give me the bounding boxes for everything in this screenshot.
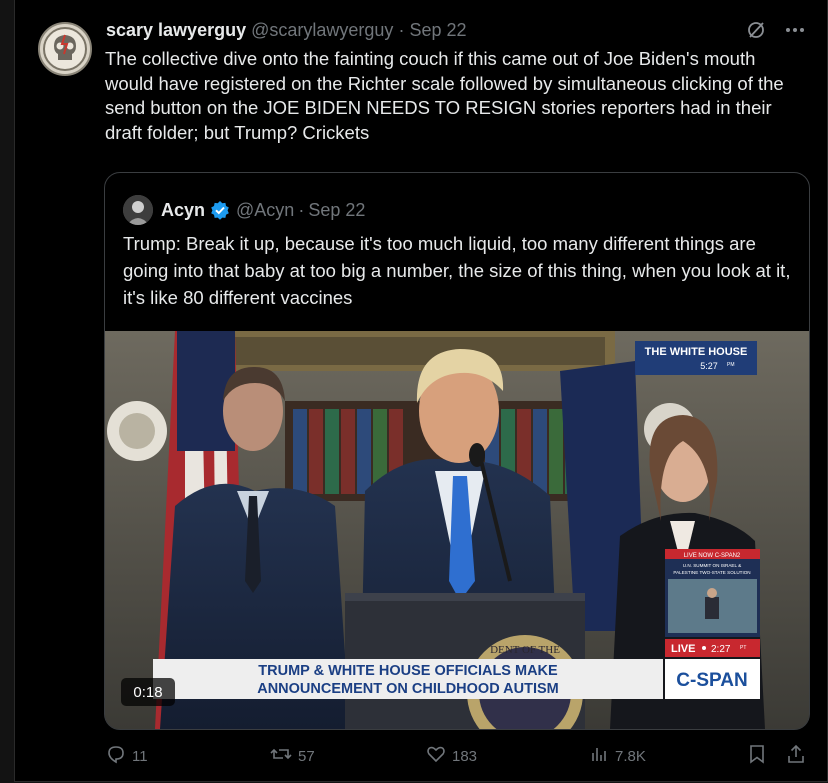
- views-count: 7.8K: [615, 747, 646, 765]
- bug-title: THE WHITE HOUSE: [645, 346, 748, 358]
- repost-icon: [270, 744, 292, 768]
- bookmark-button[interactable]: [748, 744, 766, 768]
- live-label: LIVE: [671, 643, 695, 655]
- chyron-line-1: TRUMP & WHITE HOUSE OFFICIALS MAKE: [258, 663, 558, 679]
- tweet-header: scary lawyerguy @scarylawyerguy · Sep 22: [106, 20, 467, 41]
- inset-subtitle-2: PALESTINE TWO-STATE SOLUTION: [673, 570, 750, 575]
- like-count: 183: [452, 747, 478, 765]
- author-name[interactable]: scary lawyerguy: [106, 20, 246, 40]
- reply-count: 11: [132, 747, 148, 765]
- bug-time-suffix: PM: [727, 362, 735, 368]
- reply-icon: [106, 744, 126, 768]
- quoted-tweet-text: Trump: Break it up, because it's too muc…: [123, 233, 791, 308]
- reply-button[interactable]: 11: [106, 744, 148, 768]
- heart-icon: [426, 744, 446, 768]
- author-handle[interactable]: @scarylawyerguy: [251, 20, 393, 40]
- cspan-logo: C-SPAN: [676, 670, 747, 691]
- live-time: 2:27: [711, 644, 731, 655]
- inset-header: LIVE NOW C-SPAN2: [684, 553, 741, 559]
- quoted-tweet-header: Acyn @Acyn · Sep 22: [123, 195, 365, 225]
- repost-button[interactable]: 57: [270, 744, 315, 768]
- bug-time: 5:27: [700, 361, 718, 371]
- views-icon: [589, 744, 609, 768]
- chyron-line-2: ANNOUNCEMENT ON CHILDHOOD AUTISM: [257, 681, 559, 697]
- inset-subtitle-1: U.N. SUMMIT ON ISRAEL &: [683, 563, 741, 568]
- tweet-actions: 11 57 183 7.8K: [104, 744, 810, 772]
- quoted-author-handle[interactable]: @Acyn: [236, 200, 294, 221]
- share-button[interactable]: [786, 744, 806, 768]
- share-icon: [786, 744, 806, 768]
- bookmark-icon: [748, 744, 766, 768]
- slash-circle-icon[interactable]: [746, 20, 766, 45]
- video-frame: DENT OF THE THE WHITE HOUSE 5:27 PM LIVE…: [105, 331, 809, 729]
- quoted-author-avatar[interactable]: [123, 195, 153, 225]
- verified-badge-icon: [210, 200, 230, 220]
- more-icon[interactable]: [784, 20, 806, 45]
- quoted-tweet[interactable]: Acyn @Acyn · Sep 22 Trump: Break it up, …: [104, 172, 810, 730]
- author-avatar[interactable]: [38, 22, 92, 76]
- repost-count: 57: [298, 747, 315, 765]
- quoted-tweet-date[interactable]: Sep 22: [308, 200, 365, 221]
- tweet-top-actions: [746, 20, 806, 45]
- live-time-suffix: PT: [740, 645, 746, 651]
- podium-seal-text: DENT OF THE: [490, 644, 560, 656]
- tweet-date[interactable]: Sep 22: [409, 20, 466, 40]
- video-duration: 0:18: [133, 684, 162, 701]
- dot-separator: ·: [298, 199, 305, 220]
- dot-separator: ·: [398, 20, 405, 40]
- tweet-text: The collective dive onto the fainting co…: [105, 48, 784, 143]
- views-button[interactable]: 7.8K: [589, 744, 646, 768]
- video-player[interactable]: DENT OF THE THE WHITE HOUSE 5:27 PM LIVE…: [105, 331, 809, 729]
- quoted-author-name[interactable]: Acyn: [161, 200, 205, 221]
- like-button[interactable]: 183: [426, 744, 477, 768]
